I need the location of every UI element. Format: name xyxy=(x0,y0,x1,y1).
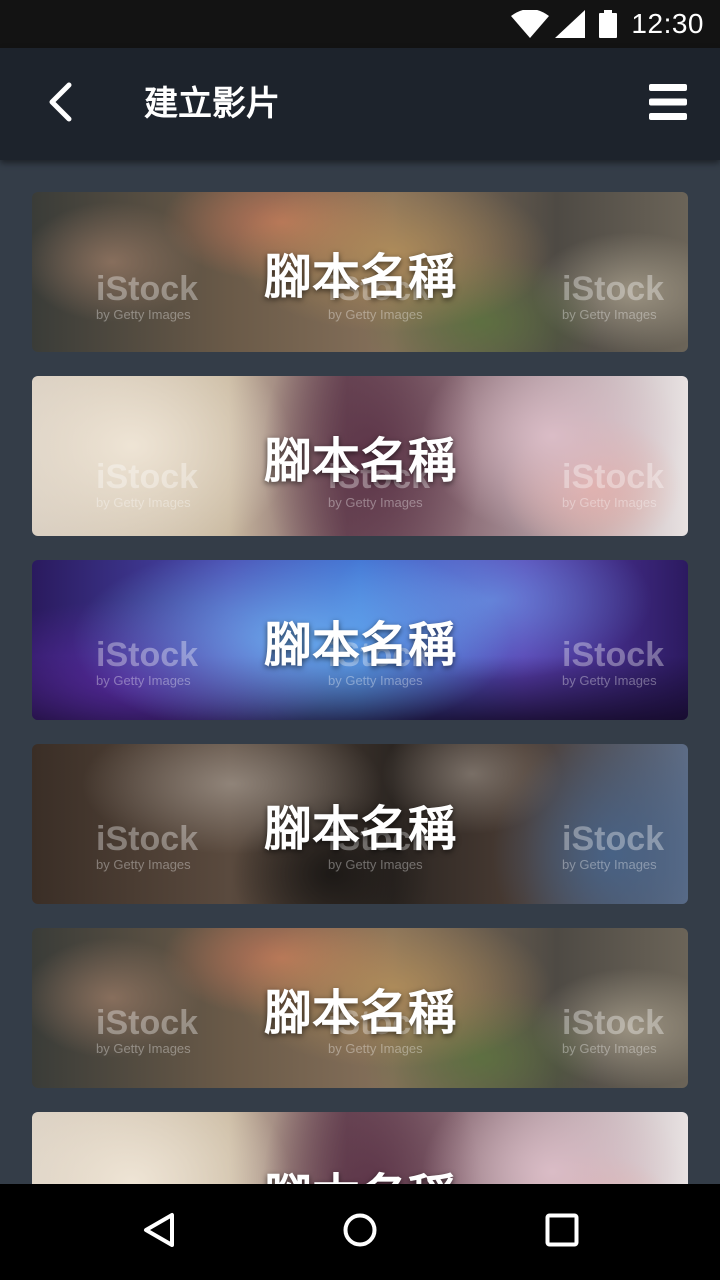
nav-recents-button[interactable] xyxy=(538,1208,586,1256)
script-name: 腳本名稱 xyxy=(263,801,456,857)
hamburger-menu-icon xyxy=(649,84,687,124)
signal-icon xyxy=(555,10,586,38)
nav-recents-icon xyxy=(545,1213,579,1251)
nav-back-icon xyxy=(142,1212,178,1252)
script-list[interactable]: iStock by Getty Images iStock by Getty Ima… xyxy=(0,160,720,1184)
status-icons: 12:30 xyxy=(511,0,704,48)
script-card[interactable]: iStock by Getty Images iStock by Getty Ima… xyxy=(32,744,688,904)
script-card[interactable]: iStock by Getty Images iStock by Getty Ima… xyxy=(32,928,688,1088)
script-name: 腳本名稱 xyxy=(263,985,456,1041)
wifi-icon xyxy=(511,10,550,38)
nav-back-button[interactable] xyxy=(136,1208,184,1256)
script-card[interactable]: iStock by Getty Images iStock by Getty Ima… xyxy=(32,560,688,720)
script-name: 腳本名稱 xyxy=(263,617,456,673)
battery-icon xyxy=(599,10,618,38)
chevron-left-icon xyxy=(47,82,73,126)
back-button[interactable] xyxy=(32,76,88,132)
status-time: 12:30 xyxy=(631,8,704,39)
script-card[interactable]: iStock by Getty Images iStock by Getty Ima… xyxy=(32,376,688,536)
script-card[interactable]: iStock by Getty Images iStock by Getty Ima… xyxy=(32,192,688,352)
app-bar: 建立影片 xyxy=(0,48,720,160)
script-card[interactable]: 腳本名稱 xyxy=(32,1112,688,1184)
menu-button[interactable] xyxy=(640,76,696,132)
script-name: 腳本名稱 xyxy=(263,433,456,489)
status-bar: 12:30 xyxy=(0,0,720,48)
script-name: 腳本名稱 xyxy=(32,1112,688,1184)
nav-home-button[interactable] xyxy=(336,1208,384,1256)
page-title: 建立影片 xyxy=(144,84,280,124)
script-name: 腳本名稱 xyxy=(263,249,456,305)
system-nav-bar xyxy=(0,1184,720,1280)
nav-home-icon xyxy=(342,1212,378,1252)
